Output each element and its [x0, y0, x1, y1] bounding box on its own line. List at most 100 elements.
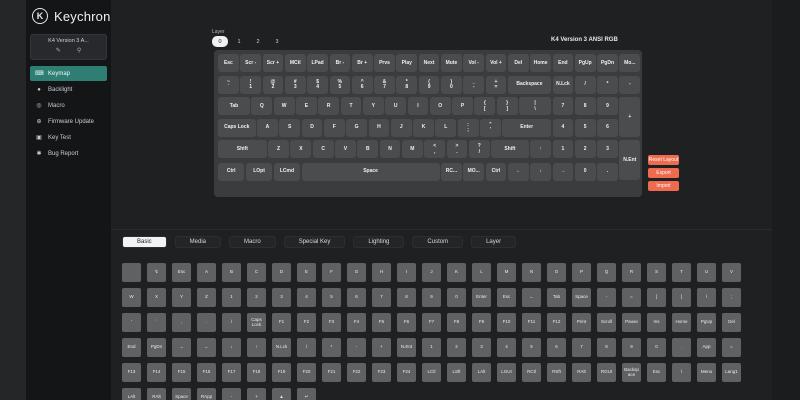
key-0-12[interactable]: Vol +: [485, 54, 507, 73]
keycode-button[interactable]: 7: [372, 288, 391, 307]
keycode-button[interactable]: ↓: [222, 338, 241, 357]
keycode-button[interactable]: Del: [722, 313, 741, 332]
key-1-16[interactable]: *: [597, 75, 618, 95]
keycode-button[interactable]: I: [397, 263, 416, 282]
key-2-6[interactable]: Y: [362, 97, 384, 116]
tab-custom[interactable]: Custom: [412, 236, 464, 248]
keycode-button[interactable]: RCtl: [522, 363, 541, 382]
layer-tab-2[interactable]: 2: [250, 36, 266, 47]
keycode-button[interactable]: Pause: [622, 313, 641, 332]
key-0-14[interactable]: Home: [530, 54, 551, 73]
key-4-6[interactable]: N: [379, 140, 401, 159]
keycode-button[interactable]: -: [597, 288, 616, 307]
keycode-button[interactable]: 3: [472, 338, 491, 357]
keycode-button[interactable]: =: [722, 338, 741, 357]
keycode-button[interactable]: End: [122, 338, 141, 357]
keycode-button[interactable]: T: [672, 263, 691, 282]
keycode-button[interactable]: 2: [247, 288, 266, 307]
keycode-button[interactable]: LAlt: [122, 388, 141, 400]
keycode-button[interactable]: App: [697, 338, 716, 357]
keycode-button[interactable]: 6: [347, 288, 366, 307]
key-4-13[interactable]: 1: [552, 140, 574, 159]
keycode-button[interactable]: PgDn: [147, 338, 166, 357]
key-0-0[interactable]: Esc: [218, 54, 239, 73]
key-2-2[interactable]: W: [273, 97, 295, 116]
keycode-button[interactable]: N.Lck: [272, 338, 291, 357]
keycode-button[interactable]: 9: [422, 288, 441, 307]
keycode-button[interactable]: 8: [397, 288, 416, 307]
keycode-button[interactable]: F22: [347, 363, 366, 382]
keycode-button[interactable]: 3: [272, 288, 291, 307]
keycode-button[interactable]: 2: [447, 338, 466, 357]
keycode-button[interactable]: F2: [297, 313, 316, 332]
sidebar-item-macro[interactable]: ◎ Macro: [30, 98, 107, 113]
key-1-14[interactable]: N.Lck: [552, 75, 574, 95]
key-4-5[interactable]: B: [357, 140, 379, 159]
keycode-button[interactable]: F: [322, 263, 341, 282]
keycode-button[interactable]: ↵: [297, 388, 316, 400]
keycode-button[interactable]: N.Ent: [397, 338, 416, 357]
key-2-0[interactable]: Tab: [218, 97, 250, 116]
keycode-button[interactable]: F21: [322, 363, 341, 382]
keycode-button[interactable]: Ins: [647, 313, 666, 332]
key-2-3[interactable]: E: [296, 97, 317, 116]
key-3-15[interactable]: 6: [597, 118, 618, 138]
keycode-button[interactable]: W: [122, 288, 141, 307]
key-0-7[interactable]: Prvs: [374, 54, 395, 73]
keycode-button[interactable]: D: [272, 263, 291, 282]
keycode-button[interactable]: 9: [622, 338, 641, 357]
key-1-4[interactable]: $ 4: [307, 75, 328, 95]
keycode-button[interactable]: RGUI: [597, 363, 616, 382]
keycode-button[interactable]: F4: [347, 313, 366, 332]
keycode-button[interactable]: F17: [222, 363, 241, 382]
key-3-10[interactable]: : ;: [457, 118, 479, 138]
key-5-1[interactable]: LOpt: [245, 162, 273, 182]
keycode-button[interactable]: S: [647, 263, 666, 282]
keycode-button[interactable]: /: [297, 338, 316, 357]
keycode-button[interactable]: 1: [222, 288, 241, 307]
tab-layer[interactable]: Layer: [471, 236, 517, 248]
keycode-button[interactable]: N: [522, 263, 541, 282]
keycode-button[interactable]: F10: [497, 313, 516, 332]
key-1-3[interactable]: # 3: [284, 75, 306, 95]
key-3-4[interactable]: F: [323, 118, 345, 138]
keycode-button[interactable]: E: [297, 263, 316, 282]
keycode-button[interactable]: V: [722, 263, 741, 282]
key-4-4[interactable]: V: [335, 140, 356, 159]
keycode-button[interactable]: 1: [422, 338, 441, 357]
keycode-button[interactable]: LCtl: [422, 363, 441, 382]
keycode-button[interactable]: -: [347, 338, 366, 357]
keycode-button[interactable]: ↯: [147, 263, 166, 282]
keycode-button[interactable]: P: [572, 263, 591, 282]
keycode-button[interactable]: F1: [272, 313, 291, 332]
key-3-13[interactable]: 4: [552, 118, 574, 138]
tab-media[interactable]: Media: [174, 236, 222, 248]
key-4-10[interactable]: ? /: [468, 140, 490, 159]
key-1-15[interactable]: /: [574, 75, 596, 95]
key-3-1[interactable]: A: [257, 118, 278, 138]
key-4-12[interactable]: ↑: [530, 140, 551, 159]
key-5-0[interactable]: Ctrl: [218, 162, 245, 182]
keycode-button[interactable]: F20: [297, 363, 316, 382]
keycode-button[interactable]: F23: [372, 363, 391, 382]
keycode-button[interactable]: B: [222, 263, 241, 282]
key-3-9[interactable]: L: [435, 118, 457, 138]
keycode-button[interactable]: Esc: [647, 363, 666, 382]
keycode-button[interactable]: G: [347, 263, 366, 282]
key-1-9[interactable]: ( 9: [418, 75, 440, 95]
keycode-button[interactable]: F19: [272, 363, 291, 382]
keycode-button[interactable]: F24: [397, 363, 416, 382]
keycode-button[interactable]: 5: [522, 338, 541, 357]
key-4-1[interactable]: Z: [268, 140, 289, 159]
keycode-button[interactable]: ,: [172, 313, 191, 332]
keycode-button[interactable]: A: [197, 263, 216, 282]
keycode-button[interactable]: Esc: [172, 263, 191, 282]
keycode-button[interactable]: ]: [672, 288, 691, 307]
key-4-14[interactable]: 2: [574, 140, 596, 159]
key-0-17[interactable]: PgDn: [597, 54, 618, 73]
keycode-button[interactable]: M: [497, 263, 516, 282]
key-2-7[interactable]: U: [385, 97, 407, 116]
keycode-button[interactable]: F8: [447, 313, 466, 332]
keycode-button[interactable]: 8: [597, 338, 616, 357]
keycode-button[interactable]: Lang1: [722, 363, 741, 382]
